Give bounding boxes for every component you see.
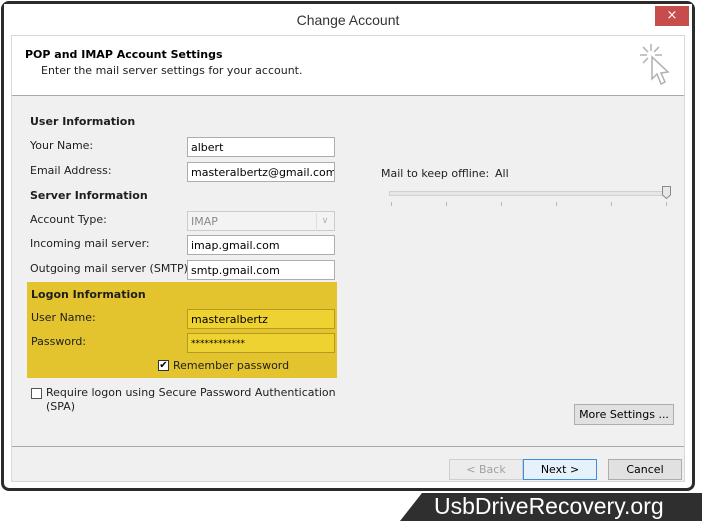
password-field[interactable]: ************ [187,333,335,353]
spa-label-line1[interactable]: Require logon using Secure Password Auth… [46,386,336,399]
chevron-down-icon: ∨ [316,213,333,229]
change-account-dialog: Change Account × POP and IMAP Account Se… [1,1,695,491]
window-title: Change Account [296,12,400,28]
your-name-field[interactable]: albert [187,137,335,157]
slider-track[interactable] [389,191,669,196]
slider-tick [611,202,612,206]
password-label: Password: [31,335,87,348]
spa-label-line2[interactable]: (SPA) [46,400,75,413]
remember-password-checkbox[interactable]: ✔ [158,360,169,371]
logon-info-highlight: Logon Information User Name: masteralber… [27,282,337,378]
slider-tick [391,202,392,206]
outgoing-server-field[interactable]: smtp.gmail.com [187,260,335,280]
incoming-server-field[interactable]: imap.gmail.com [187,235,335,255]
close-button[interactable]: × [655,6,689,26]
title-bar[interactable]: Change Account × [4,4,692,36]
header-panel: POP and IMAP Account Settings Enter the … [12,36,684,96]
checkmark-icon: ✔ [159,360,168,371]
account-type-label: Account Type: [30,213,107,226]
user-info-heading: User Information [30,115,136,128]
username-field[interactable]: masteralbertz [187,309,335,329]
close-icon: × [666,8,678,23]
offline-value: All [495,167,509,180]
logon-info-heading: Logon Information [31,288,146,301]
cursor-click-icon [640,44,670,86]
account-type-value: IMAP [191,215,218,228]
header-title: POP and IMAP Account Settings [25,48,223,61]
slider-tick [666,202,667,206]
back-button[interactable]: < Back [449,459,523,480]
outgoing-server-label: Outgoing mail server (SMTP): [30,262,192,275]
slider-tick [501,202,502,206]
slider-thumb[interactable] [662,186,671,199]
your-name-label: Your Name: [30,139,94,152]
spa-checkbox[interactable] [31,388,42,399]
watermark-banner: UsbDriveRecovery.org [400,493,702,521]
incoming-server-label: Incoming mail server: [30,237,150,250]
cancel-button[interactable]: Cancel [608,459,682,480]
email-label: Email Address: [30,164,112,177]
watermark-text: UsbDriveRecovery.org [434,493,664,519]
more-settings-button[interactable]: More Settings ... [574,404,674,425]
slider-tick [446,202,447,206]
server-info-heading: Server Information [30,189,148,202]
remember-password-label[interactable]: Remember password [173,359,289,372]
dialog-body: POP and IMAP Account Settings Enter the … [11,35,685,482]
footer-divider [12,446,684,447]
account-type-select: IMAP ∨ [187,211,335,231]
slider-tick [556,202,557,206]
offline-label: Mail to keep offline: [381,167,490,180]
email-field[interactable]: masteralbertz@gmail.com [187,162,335,182]
next-button[interactable]: Next > [523,459,597,480]
header-subtitle: Enter the mail server settings for your … [41,64,303,77]
username-label: User Name: [31,311,96,324]
